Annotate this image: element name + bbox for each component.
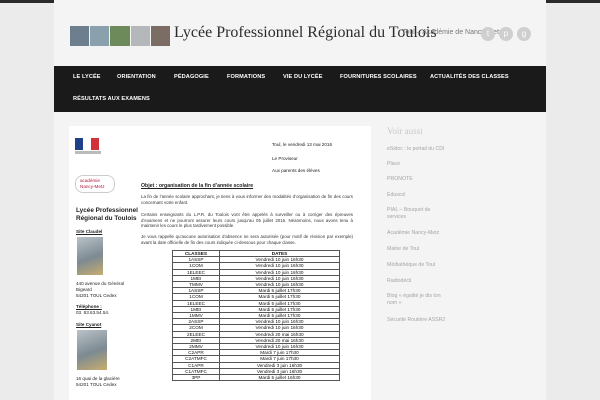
school-name-line1: Lycée Professionnel <box>76 207 138 214</box>
sidebar-link-radiodecli[interactable]: Radiodécli <box>387 278 449 285</box>
logo-caption-bar <box>75 151 101 154</box>
sidebar-link-blog[interactable]: Blog « égalité je dis ton nom » <box>387 293 449 306</box>
header-photo <box>70 26 90 46</box>
site2-title: Site Cyanot <box>76 322 102 327</box>
letter-paragraph-3: Je vous rappelle qu’aucune autorisation … <box>141 234 353 245</box>
nav-item-vie-du-lycee[interactable]: VIE DU LYCÉE <box>283 74 323 80</box>
nav-item-le-lycee[interactable]: LE LYCÉE <box>73 74 101 80</box>
site2-address-2: 54201 TOUL Cedex <box>76 382 117 387</box>
sidebar-link-mediatheque[interactable]: Médiathèque de Toul <box>387 262 449 269</box>
header-photo-strip[interactable] <box>70 26 171 46</box>
republique-francaise-logo <box>75 138 99 150</box>
letter-date: Toul, le vendredi 13 mai 2016 <box>272 142 333 147</box>
nav-item-pedagogie[interactable]: PÉDAGOGIE <box>174 74 209 80</box>
nav-item-fournitures[interactable]: FOURNITURES SCOLAIRES <box>340 74 417 80</box>
site1-address-3: 54201 TOUL Cedex <box>76 293 117 298</box>
school-name-line2: Régional du Toulois <box>76 215 137 222</box>
letter-paragraph-1: La fin de l’année scolaire approchant, j… <box>141 194 353 205</box>
sidebar-link-pronote[interactable]: PRONOTE <box>387 176 449 183</box>
date-cell: Mardi 5 juillet 16h30 <box>219 374 340 382</box>
header-photo <box>130 26 150 46</box>
table-row: 3PP Mardi 5 juillet 16h30 <box>172 374 340 382</box>
site-title[interactable]: Lycée Professionnel Régional du Toulois <box>174 24 437 42</box>
class-cell: 3PP <box>172 374 220 382</box>
header-photo <box>150 26 171 46</box>
header-photo <box>110 26 130 46</box>
twitter-icon[interactable]: t <box>481 27 495 41</box>
sidebar-link-esidoc[interactable]: eSidoc : le portail du CDI <box>387 146 449 153</box>
sidebar-link-academie[interactable]: Académie Nancy-Metz <box>387 230 449 237</box>
nav-item-resultats[interactable]: RÉSULTATS AUX EXAMENS <box>73 96 150 102</box>
phone-number: 03. 83.63.54.54. <box>76 310 110 315</box>
nav-item-orientation[interactable]: ORIENTATION <box>117 74 156 80</box>
sidebar-link-eduscol[interactable]: Eduscol <box>387 192 449 199</box>
nav-item-actualites[interactable]: ACTUALITÉS DES CLASSES <box>430 74 509 80</box>
flag-stripe <box>75 138 83 150</box>
sidebar-title: Voir aussi <box>387 126 423 136</box>
site2-photo <box>77 330 107 370</box>
nav-item-formations[interactable]: FORMATIONS <box>227 74 265 80</box>
site1-title: Site Claudel <box>76 229 103 234</box>
academie-logo: académie Nancy-Metz <box>75 175 115 193</box>
main-nav: LE LYCÉE ORIENTATION PÉDAGOGIE FORMATION… <box>54 66 546 112</box>
pinterest-icon[interactable]: p <box>499 27 513 41</box>
gplus-icon[interactable]: g <box>517 27 531 41</box>
letter-subject: Objet : organisation de la fin d’année s… <box>141 183 254 189</box>
sidebar-link-place[interactable]: Place <box>387 161 449 168</box>
sidebar-link-mairie[interactable]: Mairie de Toul <box>387 246 449 253</box>
flag-stripe <box>83 138 91 150</box>
site1-photo <box>77 237 103 275</box>
class-end-dates-table: CLASSES DATES 1ASSP Vendredi 10 juin 16h3… <box>172 249 340 382</box>
letter-paragraph-2: Certains enseignants du L.P.R. du Touloi… <box>141 212 353 228</box>
flag-stripe <box>91 138 99 150</box>
sidebar-link-securite-routiere[interactable]: Sécurité Routière ASSR2 <box>387 317 449 324</box>
header-photo <box>90 26 110 46</box>
letter-from: Le Proviseur <box>272 156 298 161</box>
letter-to: Aux parents des élèves <box>272 168 320 173</box>
sidebar-link-pial[interactable]: PIAL – Bouquet de services <box>387 207 449 220</box>
